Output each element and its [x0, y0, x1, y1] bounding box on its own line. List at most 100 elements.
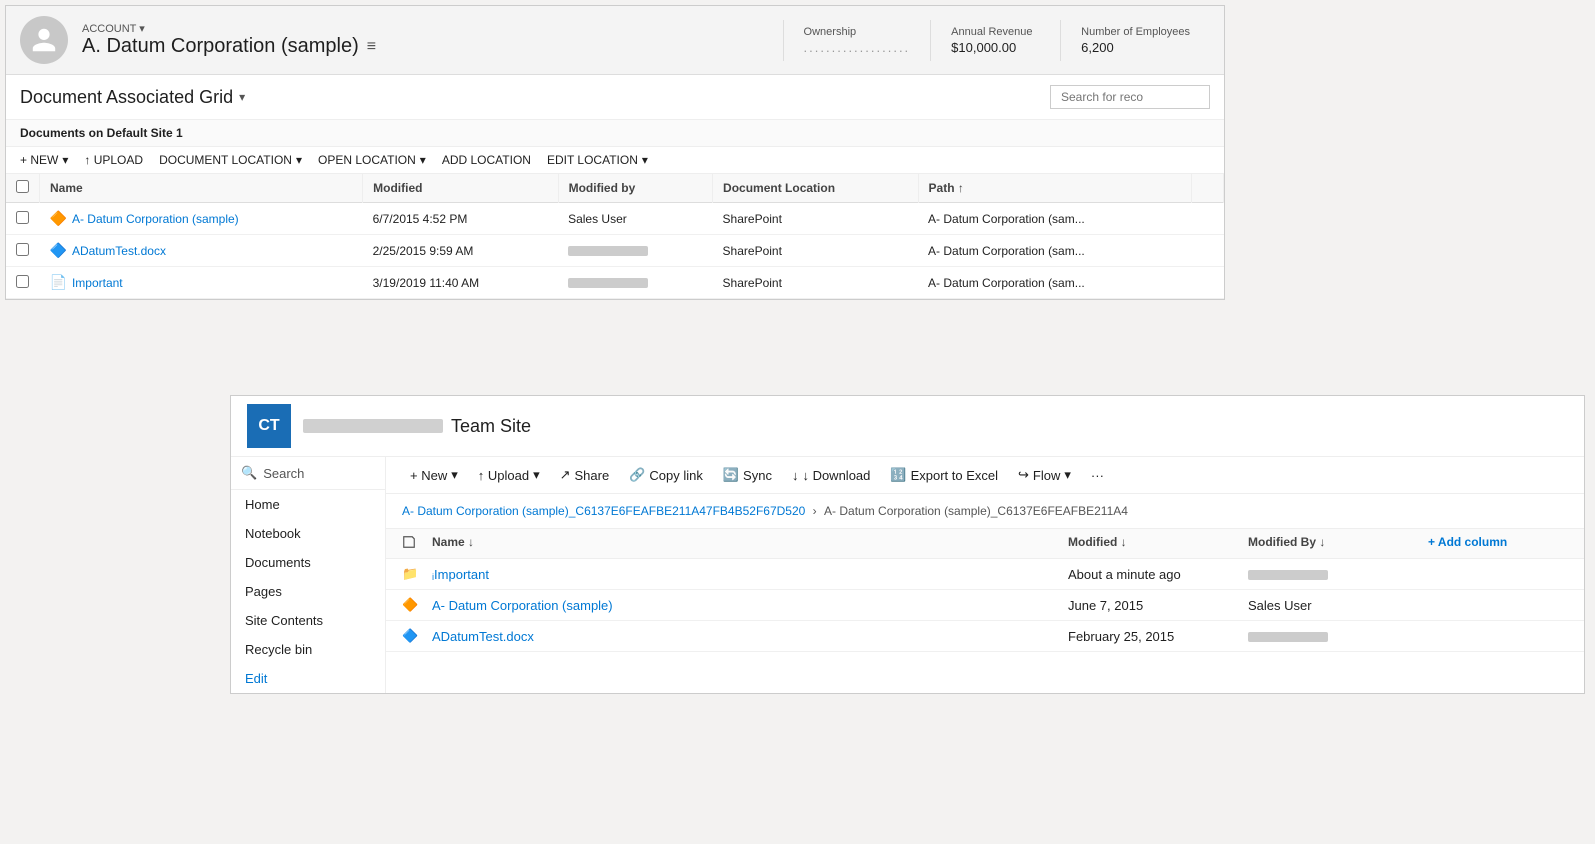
- sp-row-2-name-link[interactable]: A- Datum Corporation (sample): [432, 598, 1068, 613]
- col-modifiedby-header[interactable]: Modified by: [558, 174, 712, 203]
- sp-export-btn[interactable]: 🔢 Export to Excel: [882, 463, 1006, 487]
- row-1-doclocation: SharePoint: [713, 203, 918, 235]
- sp-row-2-icon: 🔶: [402, 597, 432, 613]
- grid-title-chevron[interactable]: ▾: [239, 90, 245, 104]
- sp-more-btn[interactable]: ···: [1083, 464, 1112, 487]
- sp-copylink-btn[interactable]: 🔗 Copy link: [621, 463, 711, 487]
- sp-row-1-redacted: [1248, 570, 1328, 580]
- sp-share-btn[interactable]: ↗ Share: [552, 463, 618, 487]
- toolbar-upload-btn[interactable]: ↑ UPLOAD: [84, 153, 143, 167]
- toolbar-open-location-btn[interactable]: OPEN LOCATION ▾: [318, 153, 426, 167]
- search-icon: 🔍: [241, 465, 257, 481]
- col-path-header[interactable]: Path ↑: [918, 174, 1191, 203]
- row-2-name: 🔷 ADatumTest.docx: [40, 235, 363, 267]
- sp-sidebar-search[interactable]: 🔍 Search: [231, 457, 385, 490]
- select-all-checkbox[interactable]: [16, 180, 29, 193]
- row-1-checkbox[interactable]: [16, 211, 29, 224]
- field-revenue: Annual Revenue $10,000.00: [930, 20, 1060, 61]
- sp-row-1-name: ᵢImportant: [432, 567, 1068, 582]
- row-3-name: 📄 Important: [40, 267, 363, 299]
- sp-col-modified-header[interactable]: Modified ↓: [1068, 535, 1248, 552]
- sp-site-title: Team Site: [303, 416, 531, 437]
- row-2-path: A- Datum Corporation (sam...: [918, 235, 1191, 267]
- sidebar-item-documents[interactable]: Documents: [231, 548, 385, 577]
- sp-copylink-icon: 🔗: [629, 467, 645, 483]
- field-revenue-value: $10,000.00: [951, 40, 1040, 55]
- row-3-doclocation: SharePoint: [713, 267, 918, 299]
- sidebar-item-home[interactable]: Home: [231, 490, 385, 519]
- sp-row-3-modifiedby: [1248, 629, 1428, 644]
- toolbar-doc-location-btn[interactable]: DOCUMENT LOCATION ▾: [159, 153, 302, 167]
- sp-content: 🔍 Search Home Notebook Documents Pages S…: [231, 457, 1584, 693]
- row-1-modifiedby: Sales User: [558, 203, 712, 235]
- row-3-extra: [1191, 267, 1224, 299]
- sp-more-label: ···: [1091, 468, 1104, 483]
- sharepoint-panel: CT Team Site 🔍 Search Home Notebook Docu…: [230, 395, 1585, 694]
- crm-grid-title: Document Associated Grid ▾: [20, 87, 245, 108]
- col-extra-header: [1191, 174, 1224, 203]
- sp-row-2-modified: June 7, 2015: [1068, 598, 1248, 613]
- col-modified-header[interactable]: Modified: [363, 174, 558, 203]
- sp-sync-icon: 🔄: [723, 467, 739, 483]
- sidebar-item-recycle-bin[interactable]: Recycle bin: [231, 635, 385, 664]
- sp-flow-label: Flow: [1033, 468, 1060, 483]
- sidebar-item-pages[interactable]: Pages: [231, 577, 385, 606]
- sp-col-modifiedby-header[interactable]: Modified By ↓: [1248, 535, 1428, 552]
- sp-download-btn[interactable]: ↓ ↓ Download: [784, 464, 878, 487]
- sp-add-column-btn[interactable]: + Add column: [1428, 535, 1568, 552]
- sidebar-item-edit[interactable]: Edit: [231, 664, 385, 693]
- sp-sync-label: Sync: [743, 468, 772, 483]
- sp-row-1-icon: 📁: [402, 566, 432, 582]
- sp-col-name-header[interactable]: Name ↓: [432, 535, 1068, 552]
- sp-new-btn[interactable]: + New ▾: [402, 463, 466, 487]
- sp-col-icon: [402, 535, 432, 552]
- row-2-redacted: [568, 246, 648, 256]
- sp-sidebar: 🔍 Search Home Notebook Documents Pages S…: [231, 457, 386, 693]
- account-menu-icon[interactable]: ≡: [367, 38, 376, 56]
- row-2-name-link[interactable]: 🔷 ADatumTest.docx: [50, 242, 353, 259]
- toolbar-edit-location-btn[interactable]: EDIT LOCATION ▾: [547, 153, 648, 167]
- breadcrumb-part1[interactable]: A- Datum Corporation (sample)_C6137E6FEA…: [402, 504, 805, 518]
- sp-new-chevron: ▾: [451, 467, 458, 483]
- sp-breadcrumb: A- Datum Corporation (sample)_C6137E6FEA…: [386, 494, 1584, 529]
- row-3-modifiedby: [558, 267, 712, 299]
- row-3-redacted: [568, 278, 648, 288]
- row-3-name-link[interactable]: 📄 Important: [50, 274, 353, 291]
- sidebar-item-site-contents[interactable]: Site Contents: [231, 606, 385, 635]
- row-1-file-icon: 🔶: [50, 210, 67, 227]
- col-name-header[interactable]: Name: [40, 174, 363, 203]
- sp-header: CT Team Site: [231, 396, 1584, 457]
- sidebar-item-notebook[interactable]: Notebook: [231, 519, 385, 548]
- toolbar-new-btn[interactable]: + NEW ▾: [20, 153, 68, 167]
- row-3-file-icon: 📄: [50, 274, 67, 291]
- sp-flow-btn[interactable]: ↪ Flow ▾: [1010, 463, 1079, 487]
- crm-header: ACCOUNT ▾ A. Datum Corporation (sample) …: [6, 6, 1224, 75]
- sp-row-2-name: A- Datum Corporation (sample): [432, 598, 1068, 613]
- sp-sync-btn[interactable]: 🔄 Sync: [715, 463, 780, 487]
- sp-main: + New ▾ ↑ Upload ▾ ↗ Share 🔗 Copy link 🔄…: [386, 457, 1584, 693]
- col-doclocation-header[interactable]: Document Location: [713, 174, 918, 203]
- sp-download-label: ↓ Download: [802, 468, 870, 483]
- row-3-checkbox[interactable]: [16, 275, 29, 288]
- sp-row-1-name-link[interactable]: ᵢImportant: [432, 567, 1068, 582]
- sp-row-3-name-link[interactable]: ADatumTest.docx: [432, 629, 1068, 644]
- crm-search-input[interactable]: [1050, 85, 1210, 109]
- field-ownership-value: ...................: [804, 40, 911, 55]
- sp-upload-btn[interactable]: ↑ Upload ▾: [470, 463, 548, 487]
- row-1-name-link[interactable]: 🔶 A- Datum Corporation (sample): [50, 210, 353, 227]
- field-ownership-label: Ownership: [804, 26, 911, 38]
- row-1-name: 🔶 A- Datum Corporation (sample): [40, 203, 363, 235]
- row-2-checkbox[interactable]: [16, 243, 29, 256]
- row-2-modifiedby: [558, 235, 712, 267]
- row-2-doclocation: SharePoint: [713, 235, 918, 267]
- sp-share-label: Share: [575, 468, 610, 483]
- sp-row-3-redacted: [1248, 632, 1328, 642]
- sp-file-row: 📁 ᵢImportant About a minute ago: [386, 559, 1584, 590]
- toolbar-add-location-btn[interactable]: ADD LOCATION: [442, 153, 531, 167]
- sp-upload-label: ↑ Upload: [478, 468, 529, 483]
- crm-toolbar: + NEW ▾ ↑ UPLOAD DOCUMENT LOCATION ▾ OPE…: [6, 147, 1224, 174]
- sp-row-3-icon: 🔷: [402, 628, 432, 644]
- col-checkbox: [6, 174, 40, 203]
- sp-new-btn-label: + New: [410, 468, 447, 483]
- sp-flow-icon: ↪: [1018, 467, 1029, 483]
